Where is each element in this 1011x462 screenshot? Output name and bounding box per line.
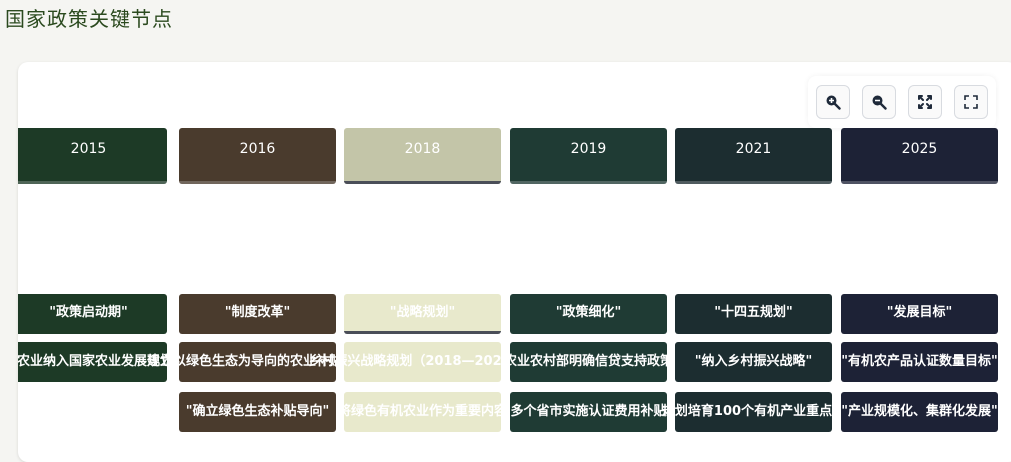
policy-item-label: 农业农村部明确信贷支持政策 [503,354,674,369]
year-label: 2021 [735,141,772,157]
fullscreen-button[interactable] [954,85,988,119]
zoom-toolbar [808,76,996,128]
year-node[interactable]: 2016 [179,128,336,184]
policy-item[interactable]: 多个省市实施认证费用补贴 [510,392,667,432]
policy-item-label: 多个省市实施认证费用补贴 [510,404,667,419]
zoom-in-icon [826,95,841,110]
stage-node[interactable]: "战略规划" [344,294,501,334]
policy-item[interactable]: 将绿色有机农业作为重要内容 [338,392,507,432]
year-node[interactable]: 2015 [18,128,167,184]
year-node[interactable]: 2018 [344,128,501,184]
year-underline [18,181,167,184]
stage-node[interactable]: "政策启动期" [18,294,167,334]
policy-item[interactable]: "纳入乡村振兴战略" [675,342,832,382]
year-underline [179,181,336,184]
stage-label: "战略规划" [389,305,456,320]
zoom-out-icon [872,95,887,110]
policy-item[interactable]: 机农业纳入国家农业发展规划 [18,342,173,382]
policy-item-label: "确立绿色生态补贴导向" [185,404,330,419]
fit-view-button[interactable] [908,85,942,119]
policy-item[interactable]: 乡村振兴战略规划（2018—2022年） [308,342,537,382]
policy-item-label: "有机农产品认证数量目标" [841,354,998,369]
policy-item-label: "纳入乡村振兴战略" [694,354,813,369]
year-underline [510,181,667,184]
year-label: 2016 [239,141,276,157]
year-label: 2025 [901,141,938,157]
policy-item-label: "产业规模化、集群化发展" [841,404,998,419]
policy-item-label: 将绿色有机农业作为重要内容 [337,404,508,419]
policy-item-label: 规划培育100个有机产业重点县 [661,404,846,419]
policy-item-label: 乡村振兴战略规划（2018—2022年） [308,354,537,369]
stage-node[interactable]: "政策细化" [510,294,667,334]
year-label: 2015 [70,141,107,157]
fit-view-icon [918,95,932,109]
stage-label: "制度改革" [224,305,291,320]
year-label: 2018 [404,141,441,157]
zoom-in-button[interactable] [816,85,850,119]
policy-item[interactable]: 农业农村部明确信贷支持政策 [504,342,673,382]
zoom-out-button[interactable] [862,85,896,119]
policy-item[interactable]: "确立绿色生态补贴导向" [179,392,336,432]
stage-node[interactable]: "制度改革" [179,294,336,334]
timeline-canvas[interactable]: 2015 "政策启动期" 机农业纳入国家农业发展规划 2016 "制度改革" 建立以绿色生… [18,62,1011,462]
stage-node[interactable]: "十四五规划" [675,294,832,334]
year-node[interactable]: 2025 [841,128,998,184]
stage-label: "十四五规划" [714,305,793,320]
year-underline [675,181,832,184]
fullscreen-icon [964,95,978,109]
year-label: 2019 [570,141,607,157]
year-node[interactable]: 2021 [675,128,832,184]
policy-item[interactable]: "产业规模化、集群化发展" [841,392,998,432]
stage-label: "政策启动期" [49,305,128,320]
policy-item[interactable]: "有机农产品认证数量目标" [841,342,998,382]
year-underline [841,181,998,184]
stage-label: "发展目标" [886,305,953,320]
stage-node[interactable]: "发展目标" [841,294,998,334]
policy-item[interactable]: 规划培育100个有机产业重点县 [662,392,845,432]
stage-label: "政策细化" [555,305,622,320]
year-node[interactable]: 2019 [510,128,667,184]
page-title: 国家政策关键节点 [5,7,173,31]
year-underline [344,181,501,184]
